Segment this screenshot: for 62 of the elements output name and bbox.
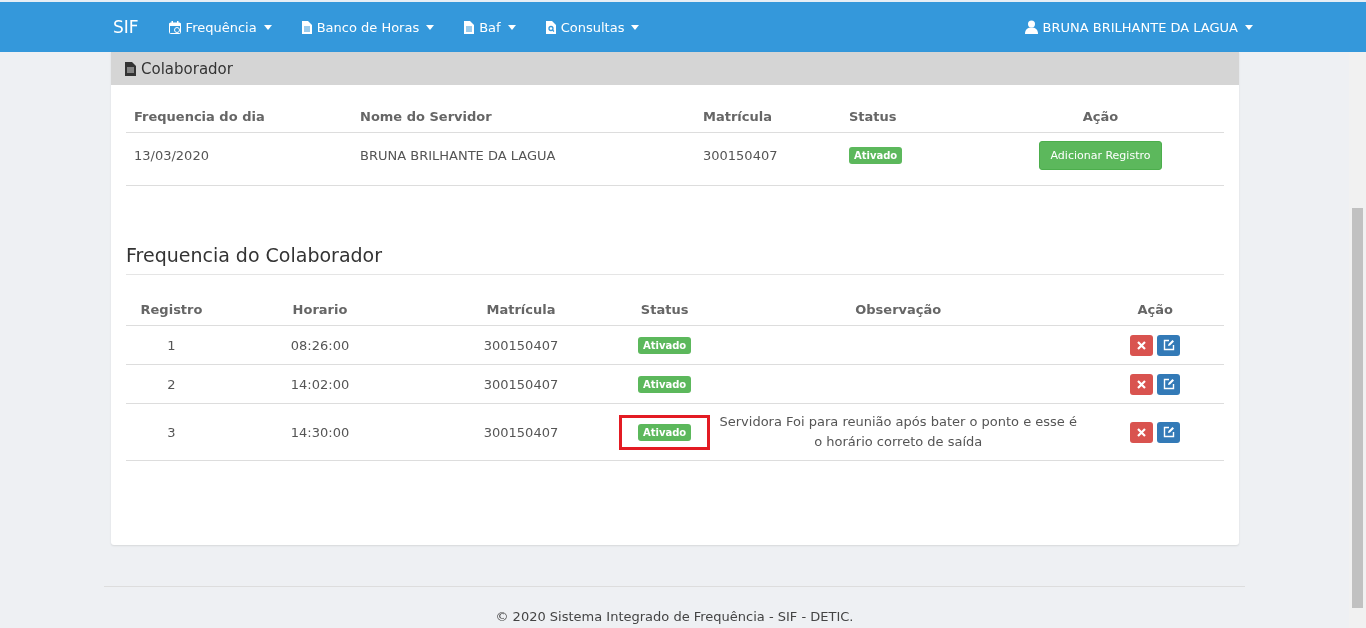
delete-button[interactable]: [1130, 421, 1154, 443]
table-cell: 300150407: [483, 424, 559, 440]
table-cell: 300150407: [483, 337, 559, 353]
document-icon: [464, 20, 475, 34]
column-header: Matrícula: [486, 302, 556, 317]
close-icon: [1137, 379, 1147, 389]
caret-icon: [631, 24, 640, 30]
document-icon: [301, 20, 312, 34]
caret-icon: [426, 24, 435, 30]
table-cell: 1: [167, 337, 176, 353]
table-cell: BRUNA BRILHANTE DA LAGUA: [360, 147, 556, 163]
edit-button[interactable]: [1157, 334, 1181, 356]
status-label: Ativado: [638, 423, 692, 441]
column-header: Status: [640, 302, 689, 317]
edit-icon: [1162, 339, 1175, 351]
user-menu[interactable]: BRUNA BRILHANTE DA LAGUA: [1042, 19, 1238, 35]
table-cell: 300150407: [703, 147, 778, 163]
edit-icon: [1162, 426, 1175, 438]
column-header: Registro: [140, 302, 203, 317]
table-cell: 3: [167, 424, 176, 440]
document-search-icon: [545, 20, 556, 34]
delete-button[interactable]: [1130, 373, 1154, 395]
nav-menu[interactable]: Consultas: [560, 19, 625, 35]
column-header: Horario: [292, 302, 348, 317]
panel-title: Colaborador: [141, 59, 233, 78]
caret-icon: [263, 24, 272, 30]
nav-menu[interactable]: Baf: [479, 19, 501, 35]
column-header: Ação: [1137, 302, 1173, 317]
scrollbar-thumb[interactable]: [1352, 208, 1363, 608]
brand-link[interactable]: SIF: [113, 17, 139, 37]
close-icon: [1137, 427, 1147, 437]
user-icon: [1024, 20, 1038, 34]
nav-menu[interactable]: Banco de Horas: [316, 19, 420, 35]
table-cell: 14:30:00: [290, 424, 350, 440]
caret-icon: [507, 24, 516, 30]
table-cell: 13/03/2020: [134, 147, 209, 163]
calendar-icon: [168, 20, 181, 34]
status-label: Ativado: [638, 375, 692, 393]
edit-button[interactable]: [1157, 421, 1181, 443]
close-icon: [1137, 340, 1147, 350]
document-icon: [125, 61, 136, 76]
column-header: Ação: [1082, 109, 1119, 124]
status-label: Ativado: [849, 146, 903, 164]
column-header: Observação: [855, 302, 942, 317]
table-cell: 300150407: [483, 376, 559, 392]
column-header: Status: [849, 109, 897, 124]
delete-button[interactable]: [1130, 334, 1154, 356]
column-header: Matrícula: [703, 109, 772, 124]
edit-button[interactable]: [1157, 373, 1181, 395]
column-header: Nome do Servidor: [360, 109, 492, 124]
table-cell: 14:02:00: [290, 376, 350, 392]
observation-text: Servidora Foi para reunião após bater o ponto e esse é o horário correto de saída: [719, 414, 1077, 449]
nav-menu[interactable]: Frequência: [185, 19, 257, 35]
column-header: Frequencia do dia: [134, 109, 265, 124]
edit-icon: [1162, 378, 1175, 390]
add-record-button[interactable]: Adicionar Registro: [1038, 140, 1163, 170]
table-cell: 08:26:00: [290, 337, 350, 353]
table-cell: 2: [167, 376, 176, 392]
caret-icon: [1245, 24, 1253, 30]
status-label: Ativado: [638, 336, 692, 354]
section-title: Frequencia do Colaborador: [126, 244, 1224, 275]
footer-text: © 2020 Sistema Integrado de Frequência - SIF - DETIC.: [495, 609, 854, 624]
